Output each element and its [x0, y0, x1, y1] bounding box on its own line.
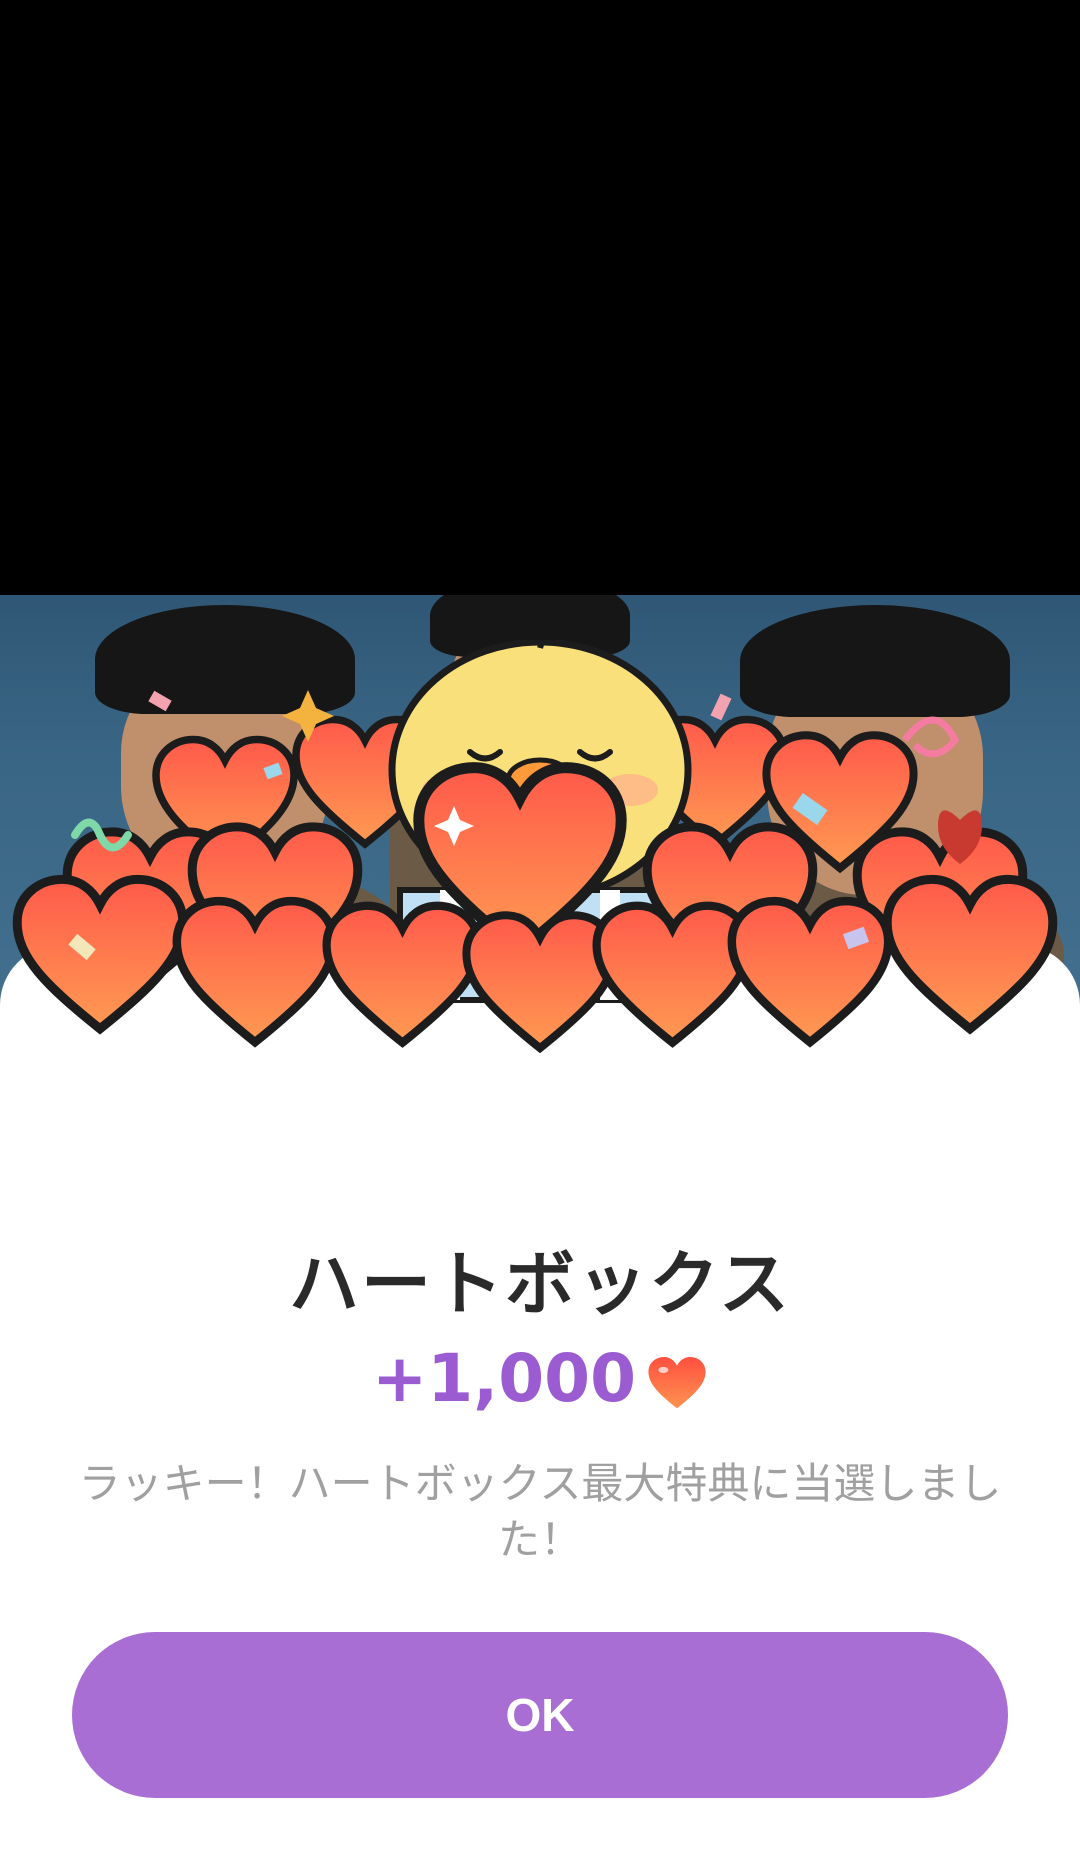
heart-icon — [648, 1356, 706, 1409]
reward-amount: +1,000 — [371, 1340, 637, 1417]
video-letterbox — [0, 0, 1080, 595]
reward-amount-row: +1,000 — [0, 1340, 1080, 1417]
heart-box-illustration — [0, 640, 1080, 1180]
ok-button[interactable]: OK — [72, 1632, 1008, 1798]
dialog-message: ラッキー！ハートボックス最大特典に当選しました！ — [78, 1459, 1002, 1564]
dialog-title: ハートボックス — [289, 1243, 791, 1325]
